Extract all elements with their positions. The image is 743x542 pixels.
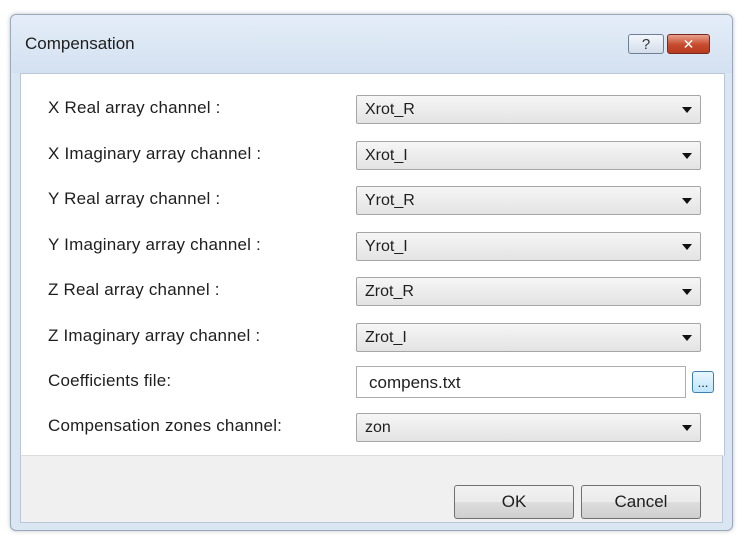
chevron-down-icon <box>682 425 692 431</box>
form-panel: X Real array channel : Xrot_R X Imaginar… <box>20 73 725 456</box>
chevron-down-icon <box>682 335 692 341</box>
y-real-label: Y Real array channel : <box>48 189 221 208</box>
x-real-value: Xrot_R <box>365 101 415 118</box>
y-real-value: Yrot_R <box>365 192 415 209</box>
coefficients-file-label: Coefficients file: <box>48 371 172 390</box>
ok-button[interactable]: OK <box>454 485 574 519</box>
x-imaginary-value: Xrot_I <box>365 147 408 164</box>
compensation-zones-label: Compensation zones channel: <box>48 416 283 435</box>
z-imaginary-select[interactable]: Zrot_I <box>356 323 701 352</box>
ellipsis-icon: ... <box>697 374 709 390</box>
z-real-label: Z Real array channel : <box>48 280 220 299</box>
x-real-select[interactable]: Xrot_R <box>356 95 701 124</box>
help-button[interactable]: ? <box>628 34 664 54</box>
compensation-zones-select[interactable]: zon <box>356 413 701 442</box>
compensation-dialog: Compensation ? ✕ X Real array channel : … <box>10 14 733 531</box>
y-imaginary-value: Yrot_I <box>365 238 408 255</box>
coefficients-file-value: compens.txt <box>369 373 461 392</box>
browse-button[interactable]: ... <box>692 371 714 393</box>
z-real-select[interactable]: Zrot_R <box>356 277 701 306</box>
chevron-down-icon <box>682 153 692 159</box>
x-imaginary-select[interactable]: Xrot_I <box>356 141 701 170</box>
help-icon: ? <box>641 35 651 53</box>
cancel-label: Cancel <box>614 492 668 511</box>
ok-label: OK <box>501 492 527 511</box>
close-icon: ✕ <box>682 35 695 52</box>
cancel-button[interactable]: Cancel <box>581 485 701 519</box>
z-imaginary-label: Z Imaginary array channel : <box>48 326 261 345</box>
x-imaginary-label: X Imaginary array channel : <box>48 144 262 163</box>
chevron-down-icon <box>682 198 692 204</box>
y-imaginary-label: Y Imaginary array channel : <box>48 235 261 254</box>
y-real-select[interactable]: Yrot_R <box>356 186 701 215</box>
chevron-down-icon <box>682 107 692 113</box>
chevron-down-icon <box>682 244 692 250</box>
y-imaginary-select[interactable]: Yrot_I <box>356 232 701 261</box>
chevron-down-icon <box>682 289 692 295</box>
z-imaginary-value: Zrot_I <box>365 329 407 346</box>
dialog-title: Compensation <box>25 34 135 53</box>
title-bar[interactable]: Compensation ? ✕ <box>11 15 732 73</box>
x-real-label: X Real array channel : <box>48 98 221 117</box>
z-real-value: Zrot_R <box>365 283 414 300</box>
close-button[interactable]: ✕ <box>667 34 710 54</box>
coefficients-file-input[interactable]: compens.txt <box>356 366 686 398</box>
compensation-zones-value: zon <box>365 419 391 436</box>
